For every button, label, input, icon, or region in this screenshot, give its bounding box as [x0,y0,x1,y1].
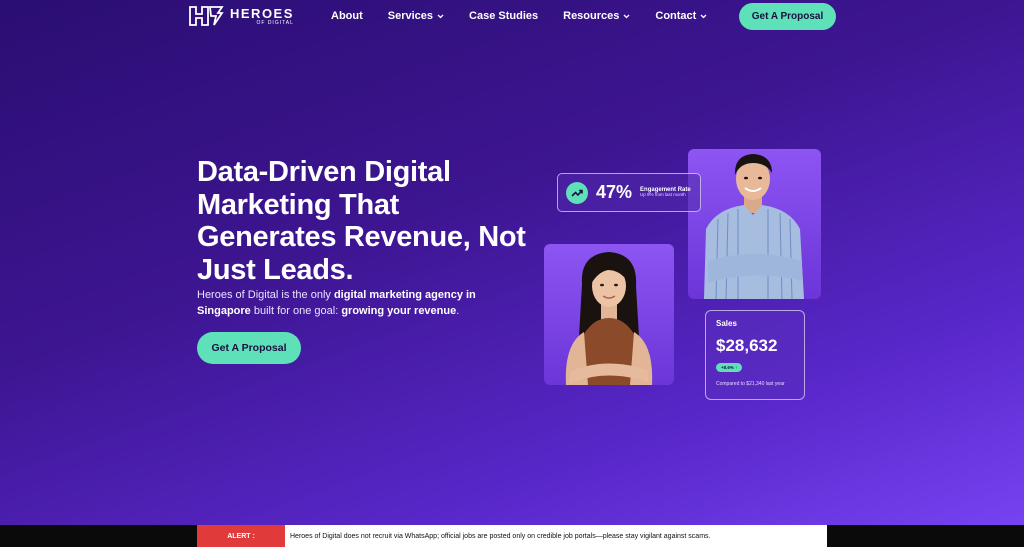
alert-bar: ALERT : Heroes of Digital does not recru… [0,525,1024,547]
alert-label: ALERT : [197,525,285,547]
logo[interactable]: HEROES OF DIGITAL [188,5,294,27]
nav-services[interactable]: Services [388,10,444,22]
trend-up-icon [566,181,588,204]
nav-contact-label: Contact [655,10,697,22]
hero-description: Heroes of Digital is the only digital ma… [197,287,509,319]
sales-compare-text: Compared to $21,340 last year [716,381,785,387]
hero-desc-text-3: . [456,305,460,317]
heroes-logo-icon [189,6,224,26]
engagement-sub: Up 9% from last month [640,192,686,198]
nav-links: About Services Case Studies Resources Co… [331,10,707,22]
engagement-value: 47% [596,182,633,202]
chevron-down-icon [623,14,630,18]
woman-portrait-image [565,252,653,385]
nav-case-studies[interactable]: Case Studies [469,10,538,22]
nav-get-proposal-button[interactable]: Get A Proposal [739,3,836,30]
man-photo [688,149,821,299]
alert-text: Heroes of Digital does not recruit via W… [290,532,711,540]
brand-tagline: OF DIGITAL [256,19,294,26]
sales-label: Sales [716,319,737,328]
brand-name: HEROES [230,5,294,21]
sales-value: $28,632 [716,336,778,355]
alert-content: ALERT : Heroes of Digital does not recru… [197,525,827,547]
nav-services-label: Services [387,10,434,22]
hero-desc-text-2: built for one goal: [250,305,342,317]
nav-about[interactable]: About [331,10,363,22]
engagement-rate-card: 47% Engagement Rate Up 9% from last mont… [557,173,701,212]
woman-photo [544,244,674,385]
hero-desc-bold-2: growing your revenue [341,305,457,317]
hero-get-proposal-button[interactable]: Get A Proposal [197,332,301,364]
hero-desc-text-1: Heroes of Digital is the only [197,289,334,301]
chevron-down-icon [700,14,707,18]
nav-contact[interactable]: Contact [655,10,707,22]
nav-resources[interactable]: Resources [563,10,630,22]
sales-card: Sales $28,632 +8.6% ↑ Compared to $21,34… [705,310,805,400]
man-portrait-image [704,154,804,299]
nav-resources-label: Resources [563,10,620,22]
hero-title: Data-Driven Digital Marketing That Gener… [197,156,526,286]
nav-case-studies-label: Case Studies [469,10,539,22]
nav-about-label: About [331,10,363,22]
top-nav: HEROES OF DIGITAL About Services Case St… [0,0,1024,34]
chevron-down-icon [437,14,444,18]
sales-growth-badge: +8.6% ↑ [716,363,743,372]
